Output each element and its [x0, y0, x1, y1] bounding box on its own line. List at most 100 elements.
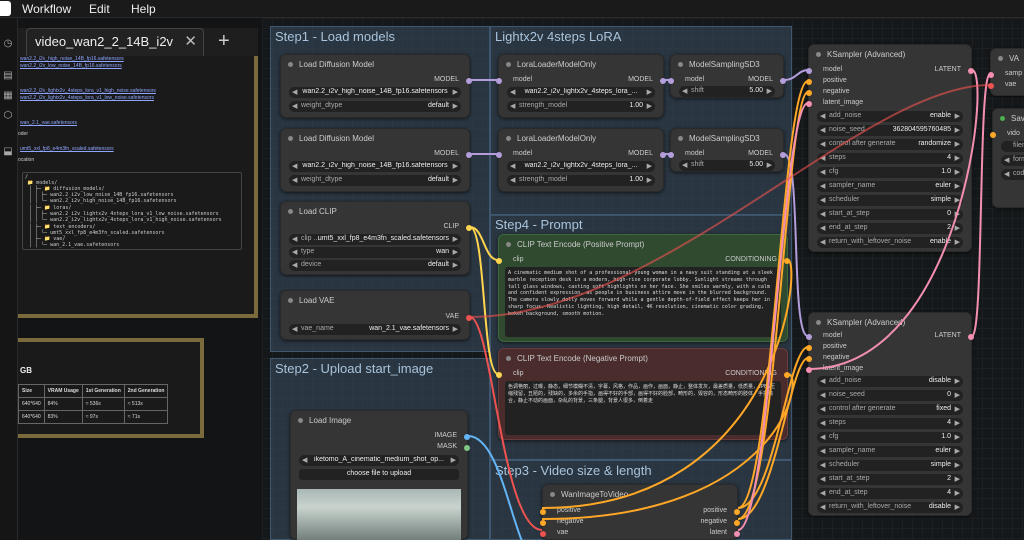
- input-socket[interactable]: [806, 68, 812, 74]
- ks-widget[interactable]: ◀ scheduler simple ▶: [817, 460, 963, 471]
- arrow-right-icon[interactable]: ▶: [453, 325, 458, 333]
- lora-name-widget[interactable]: ◀ wan2.2_i2v_lightx2v_4steps_lora_... ▶: [507, 87, 655, 98]
- nodes-icon[interactable]: ▦: [2, 90, 14, 102]
- filename-widget[interactable]: filen: [1001, 141, 1024, 152]
- node-load-image[interactable]: Load Image IMAGE MASK ◀ iketomo_A_cinemat…: [290, 410, 470, 540]
- model-link[interactable]: wan2.2_i2v_lightx2v_4steps_lora_v1_high_…: [20, 88, 156, 94]
- history-icon[interactable]: ◷: [2, 38, 14, 50]
- node-vae-decode[interactable]: VA samp vae: [988, 48, 1024, 96]
- arrow-right-icon[interactable]: ▶: [453, 176, 458, 184]
- ks-widget[interactable]: ◀ sampler_name euler ▶: [817, 446, 963, 457]
- model-link[interactable]: umt5_xxl_fp8_e4m3fn_scaled.safetensors: [20, 146, 114, 152]
- tab-workflow[interactable]: video_wan2_2_14B_i2v ✕: [26, 28, 204, 56]
- add-tab-icon[interactable]: +: [218, 30, 230, 53]
- strength-widget[interactable]: ◀ strength_model 1.00 ▶: [507, 101, 655, 112]
- format-widget[interactable]: ◀form: [1001, 155, 1024, 166]
- arrow-right-icon[interactable]: ▶: [453, 261, 458, 269]
- arrow-left-icon[interactable]: ◀: [292, 176, 297, 184]
- ks-widget[interactable]: ◀ start_at_step 2 ▶: [817, 474, 963, 485]
- output-socket[interactable]: [780, 152, 786, 158]
- output-socket[interactable]: [734, 531, 740, 537]
- unet-name-widget[interactable]: ◀ wan2.2_i2v_high_noise_14B_fp16.safetens…: [289, 161, 461, 172]
- ks-widget[interactable]: ◀ cfg 1.0 ▶: [817, 432, 963, 443]
- node-load-vae[interactable]: Load VAE VAE ◀ vae_name wan_2.1_vae.safete…: [280, 290, 472, 340]
- ks-widget[interactable]: ◀ end_at_step 2 ▶: [817, 223, 963, 234]
- ks-widget[interactable]: ◀ return_with_leftover_noise disable ▶: [817, 502, 963, 513]
- model-link[interactable]: wan2.2_i2v_lightx2v_4steps_lora_v1_low_n…: [20, 95, 154, 101]
- arrow-left-icon[interactable]: ◀: [292, 235, 297, 243]
- input-socket[interactable]: [668, 152, 674, 158]
- queue-icon[interactable]: ▤: [2, 70, 14, 82]
- weight-dtype-widget[interactable]: ◀ weight_dtype default ▶: [289, 101, 461, 112]
- upload-button[interactable]: choose file to upload: [299, 469, 459, 480]
- input-socket[interactable]: [806, 90, 812, 96]
- arrow-right-icon[interactable]: ▶: [453, 248, 458, 256]
- arrow-right-icon[interactable]: ▶: [453, 162, 458, 170]
- model-link[interactable]: wan2.2_i2v_high_noise_14B_fp16.safetenso…: [20, 56, 124, 62]
- output-socket[interactable]: [466, 152, 472, 158]
- output-socket[interactable]: [466, 78, 472, 84]
- ks-widget[interactable]: ◀ start_at_step 0 ▶: [817, 209, 963, 220]
- node-negative-prompt[interactable]: CLIP Text Encode (Negative Prompt) clip …: [496, 348, 790, 440]
- device-widget[interactable]: ◀ device default ▶: [289, 260, 461, 271]
- arrow-right-icon[interactable]: ▶: [453, 88, 458, 96]
- node-load-diffusion-1[interactable]: Load Diffusion Model MODEL ◀ wan2.2_i2v_h…: [280, 54, 472, 118]
- input-socket[interactable]: [988, 83, 994, 89]
- output-socket[interactable]: [466, 315, 472, 321]
- output-socket[interactable]: [734, 520, 740, 526]
- node-lora-2[interactable]: LoraLoaderModelOnly model MODEL ◀ wan2.2_…: [496, 128, 666, 192]
- input-socket[interactable]: [540, 520, 546, 526]
- menu-workflow[interactable]: Workflow: [22, 2, 71, 16]
- ks-widget[interactable]: ◀ noise_seed 362804595760485 ▶: [817, 125, 963, 136]
- input-socket[interactable]: [806, 356, 812, 362]
- output-socket[interactable]: [660, 152, 666, 158]
- type-widget[interactable]: ◀ type wan ▶: [289, 247, 461, 258]
- output-socket[interactable]: [784, 372, 790, 378]
- ks-widget[interactable]: ◀ add_noise disable ▶: [817, 376, 963, 387]
- arrow-left-icon[interactable]: ◀: [510, 162, 515, 170]
- ks-widget[interactable]: ◀ cfg 1.0 ▶: [817, 167, 963, 178]
- model-link[interactable]: wan2.2_i2v_low_noise_14B_fp16.safetensor…: [20, 63, 122, 69]
- arrow-left-icon[interactable]: ◀: [292, 248, 297, 256]
- node-load-clip[interactable]: Load CLIP CLIP ◀ clip ... umt5_xxl_fp8_e4m…: [280, 201, 472, 275]
- graph-canvas[interactable]: Step1 - Load models Lightx2v 4steps LoRA…: [262, 18, 1024, 540]
- node-ksampler-2[interactable]: KSampler (Advanced) LATENT model positiv…: [806, 312, 974, 516]
- ks-widget[interactable]: ◀ end_at_step 4 ▶: [817, 488, 963, 499]
- output-socket[interactable]: [734, 509, 740, 515]
- arrow-left-icon[interactable]: ◀: [292, 102, 297, 110]
- ks-widget[interactable]: ◀ add_noise enable ▶: [817, 111, 963, 122]
- unet-name-widget[interactable]: ◀ wan2.2_i2v_high_noise_14B_fp16.safetens…: [289, 87, 461, 98]
- menu-edit[interactable]: Edit: [89, 2, 110, 16]
- ks-widget[interactable]: ◀ noise_seed 0 ▶: [817, 390, 963, 401]
- ks-widget[interactable]: ◀ steps 4 ▶: [817, 153, 963, 164]
- positive-prompt-text[interactable]: A cinematic medium shot of a professiona…: [505, 267, 781, 337]
- node-ksampler-1[interactable]: KSampler (Advanced) LATENT model positiv…: [806, 44, 974, 252]
- input-socket[interactable]: [990, 132, 996, 138]
- model-link[interactable]: wan_2.1_vae.safetensors: [20, 120, 77, 126]
- arrow-left-icon[interactable]: ◀: [510, 88, 515, 96]
- input-socket[interactable]: [806, 334, 812, 340]
- shift-widget[interactable]: ◀ shift 5.00 ▶: [679, 86, 775, 97]
- input-socket[interactable]: [806, 101, 812, 107]
- input-socket[interactable]: [496, 258, 502, 264]
- vae-name-widget[interactable]: ◀ vae_name wan_2.1_vae.safetensors ▶: [289, 324, 461, 335]
- ks-widget[interactable]: ◀ steps 4 ▶: [817, 418, 963, 429]
- arrow-right-icon[interactable]: ▶: [453, 102, 458, 110]
- arrow-right-icon[interactable]: ▶: [451, 456, 456, 464]
- arrow-left-icon[interactable]: ◀: [682, 87, 687, 95]
- arrow-right-icon[interactable]: ▶: [767, 161, 772, 169]
- node-load-diffusion-2[interactable]: Load Diffusion Model MODEL ◀ wan2.2_i2v_h…: [280, 128, 472, 192]
- lora-name-widget[interactable]: ◀ wan2.2_i2v_lightx2v_4steps_lora_... ▶: [507, 161, 655, 172]
- output-socket[interactable]: [464, 445, 470, 451]
- output-socket[interactable]: [968, 334, 974, 340]
- output-socket[interactable]: [466, 225, 472, 231]
- node-modelsampling-2[interactable]: ModelSamplingSD3 model MODEL ◀ shift 5.00 ▶: [668, 128, 786, 172]
- input-socket[interactable]: [806, 79, 812, 85]
- menu-help[interactable]: Help: [131, 2, 156, 16]
- input-socket[interactable]: [496, 372, 502, 378]
- comfy-logo[interactable]: [0, 1, 11, 16]
- input-socket[interactable]: [806, 345, 812, 351]
- output-socket[interactable]: [968, 68, 974, 74]
- node-save-video[interactable]: Sav vido filen ◀form ◀code: [990, 108, 1024, 208]
- arrow-right-icon[interactable]: ▶: [647, 88, 652, 96]
